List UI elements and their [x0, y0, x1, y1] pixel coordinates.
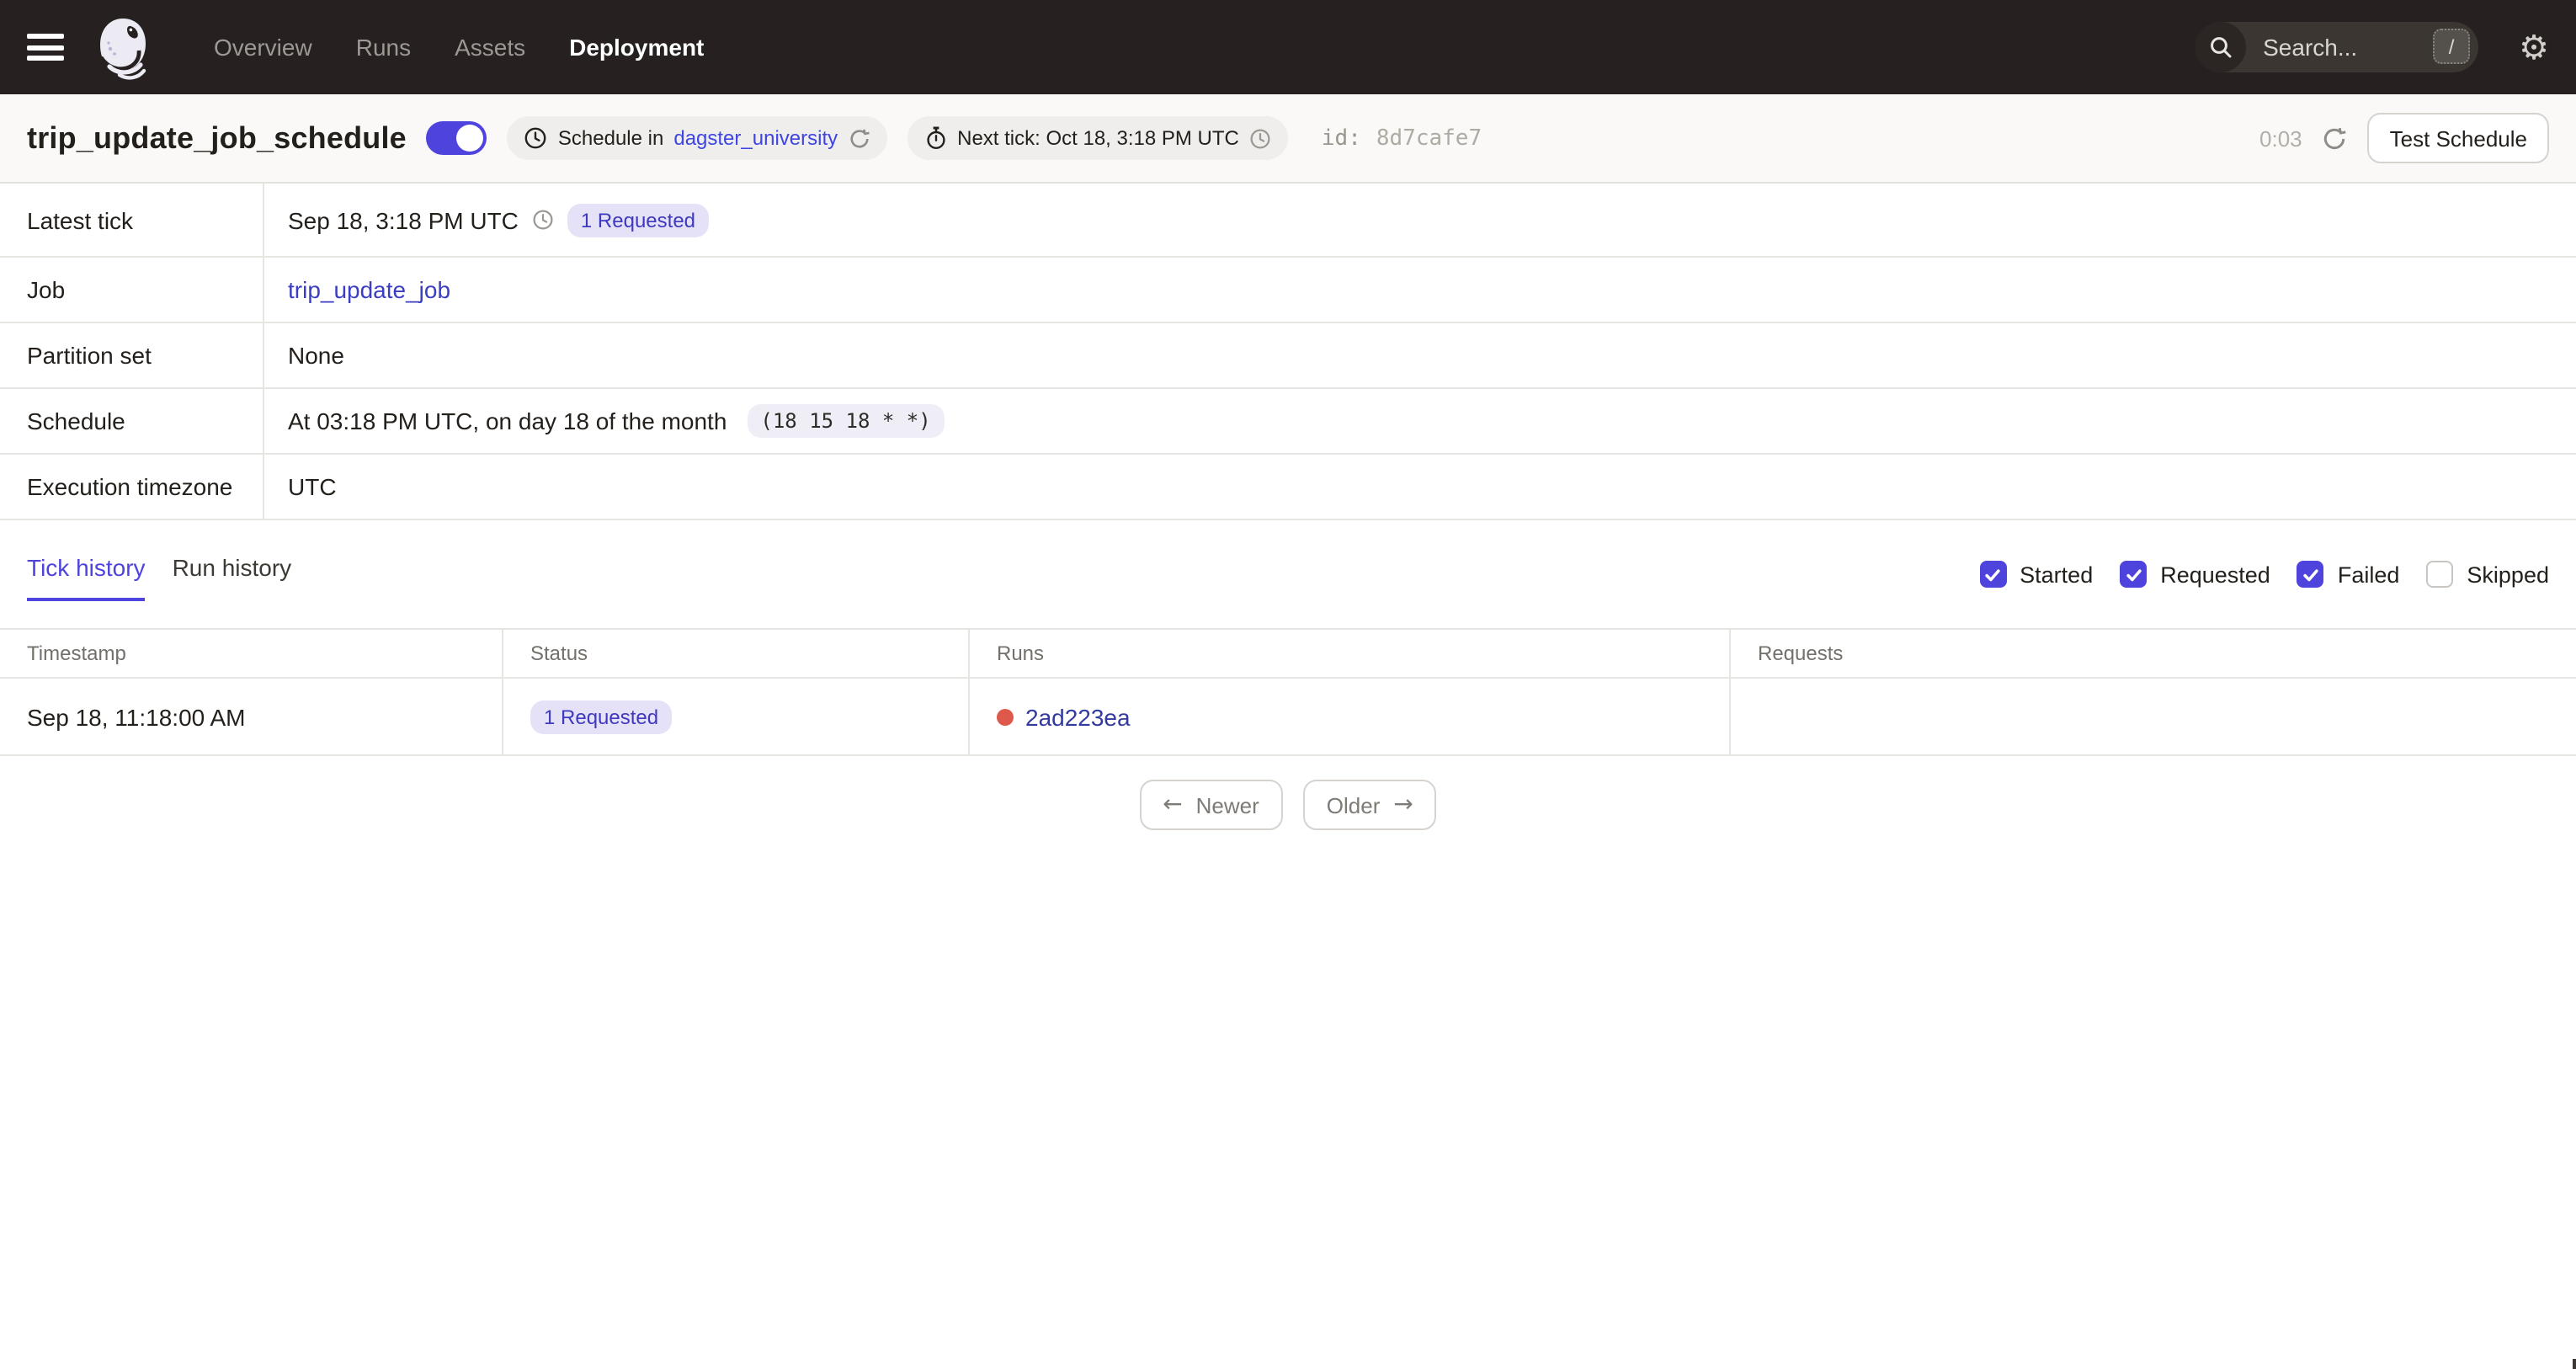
detail-row-partition-set: Partition set None [0, 323, 2576, 389]
page-title: trip_update_job_schedule [27, 120, 407, 154]
search-icon [2195, 22, 2247, 72]
partition-set-value: None [288, 342, 344, 369]
history-tabs-row: Tick history Run history Started Request… [0, 554, 2576, 601]
filter-failed[interactable]: Failed [2297, 561, 2400, 588]
detail-label: Schedule [0, 389, 264, 453]
page-header-bar: trip_update_job_schedule Schedule in dag… [0, 94, 2576, 184]
filter-label: Skipped [2467, 562, 2549, 587]
status-badge: 1 Requested [567, 203, 710, 237]
detail-row-latest-tick: Latest tick Sep 18, 3:18 PM UTC 1 Reques… [0, 184, 2576, 258]
repo-location-tag: Schedule in dagster_university [507, 116, 887, 160]
newer-button[interactable]: ← Newer [1139, 780, 1283, 830]
search-shortcut-key: / [2433, 29, 2471, 64]
test-schedule-button[interactable]: Test Schedule [2367, 113, 2549, 163]
pagination: ← Newer Older → [0, 780, 2576, 830]
column-header-timestamp: Timestamp [0, 630, 503, 677]
top-nav-right: / ⚙ [2195, 22, 2549, 72]
refresh-countdown: 0:03 [2259, 125, 2302, 151]
top-nav-bar: Overview Runs Assets Deployment / ⚙ [0, 0, 2576, 94]
reload-repo-icon[interactable] [848, 127, 870, 149]
filter-label: Requested [2160, 562, 2270, 587]
page-header-right: 0:03 Test Schedule [2259, 113, 2549, 163]
tick-timestamp: Sep 18, 11:18:00 AM [0, 679, 503, 754]
search-input[interactable] [2259, 32, 2412, 62]
id-label: id: [1321, 125, 1361, 151]
detail-label: Job [0, 258, 264, 322]
tick-requests-cell [1731, 679, 2576, 754]
refresh-icon[interactable] [2323, 125, 2348, 151]
nav-item-runs[interactable]: Runs [356, 34, 411, 61]
checkbox-skipped[interactable] [2426, 561, 2454, 588]
stopwatch-icon [926, 126, 945, 149]
clock-icon [525, 127, 547, 149]
id-value: 8d7cafe7 [1376, 125, 1482, 151]
search-box[interactable]: / [2195, 22, 2479, 72]
detail-label: Latest tick [0, 184, 264, 256]
arrow-left-icon: ← [1163, 791, 1183, 818]
detail-label: Partition set [0, 323, 264, 387]
clock-icon[interactable] [532, 209, 554, 231]
filter-skipped[interactable]: Skipped [2426, 561, 2549, 588]
arrow-right-icon: → [1393, 791, 1413, 818]
job-link[interactable]: trip_update_job [288, 276, 450, 303]
schedule-id: id: 8d7cafe7 [1322, 125, 1482, 151]
nav-item-assets[interactable]: Assets [455, 34, 525, 61]
column-header-runs: Runs [970, 630, 1731, 677]
run-link[interactable]: 2ad223ea [1025, 703, 1131, 730]
schedule-description: At 03:18 PM UTC, on day 18 of the month [288, 408, 727, 434]
history-tabs: Tick history Run history [27, 554, 291, 601]
checkbox-requested[interactable] [2120, 561, 2148, 588]
next-tick-tag: Next tick: Oct 18, 3:18 PM UTC [907, 116, 1288, 160]
filter-requested[interactable]: Requested [2120, 561, 2270, 588]
nav-item-deployment[interactable]: Deployment [569, 34, 704, 61]
tick-status-cell: 1 Requested [503, 679, 970, 754]
hamburger-menu-icon[interactable] [27, 34, 64, 61]
gear-icon[interactable]: ⚙ [2519, 30, 2549, 64]
tick-history-table: Timestamp Status Runs Requests Sep 18, 1… [0, 628, 2576, 756]
dagster-logo[interactable] [89, 13, 157, 81]
table-header-row: Timestamp Status Runs Requests [0, 630, 2576, 679]
repo-tag-text: Schedule in [557, 126, 664, 150]
column-header-requests: Requests [1758, 642, 1844, 665]
checkbox-failed[interactable] [2297, 561, 2324, 588]
detail-row-schedule: Schedule At 03:18 PM UTC, on day 18 of t… [0, 389, 2576, 455]
filter-label: Failed [2337, 562, 2400, 587]
latest-tick-time: Sep 18, 3:18 PM UTC [288, 206, 519, 233]
next-tick-text: Next tick: Oct 18, 3:18 PM UTC [957, 126, 1239, 150]
tick-runs-cell: 2ad223ea [970, 679, 1731, 754]
status-badge[interactable]: 1 Requested [530, 700, 673, 733]
filter-label: Started [2020, 562, 2094, 587]
timezone-clock-icon[interactable] [1249, 127, 1271, 149]
detail-row-job: Job trip_update_job [0, 258, 2576, 323]
tick-status-filters: Started Requested Failed Skipped [1979, 561, 2549, 601]
detail-label: Execution timezone [0, 455, 264, 519]
execution-timezone-value: UTC [288, 473, 337, 500]
table-row: Sep 18, 11:18:00 AM 1 Requested 2ad223ea [0, 679, 2576, 756]
tab-tick-history[interactable]: Tick history [27, 554, 146, 601]
app-viewport: Overview Runs Assets Deployment / ⚙ trip… [0, 0, 2576, 1369]
cron-expression-tag: (18 15 18 * *) [747, 404, 945, 438]
detail-row-execution-timezone: Execution timezone UTC [0, 455, 2576, 520]
run-status-dot [997, 708, 1014, 725]
schedule-details: Latest tick Sep 18, 3:18 PM UTC 1 Reques… [0, 184, 2576, 520]
repo-link[interactable]: dagster_university [673, 126, 838, 150]
main-nav: Overview Runs Assets Deployment [214, 34, 704, 61]
older-button[interactable]: Older → [1302, 780, 1437, 830]
nav-item-overview[interactable]: Overview [214, 34, 312, 61]
checkbox-started[interactable] [1979, 561, 2007, 588]
column-header-status: Status [503, 630, 970, 677]
filter-started[interactable]: Started [1979, 561, 2093, 588]
schedule-toggle[interactable] [426, 121, 487, 155]
tab-run-history[interactable]: Run history [173, 554, 292, 601]
corner-artifact [2573, 1359, 2576, 1369]
